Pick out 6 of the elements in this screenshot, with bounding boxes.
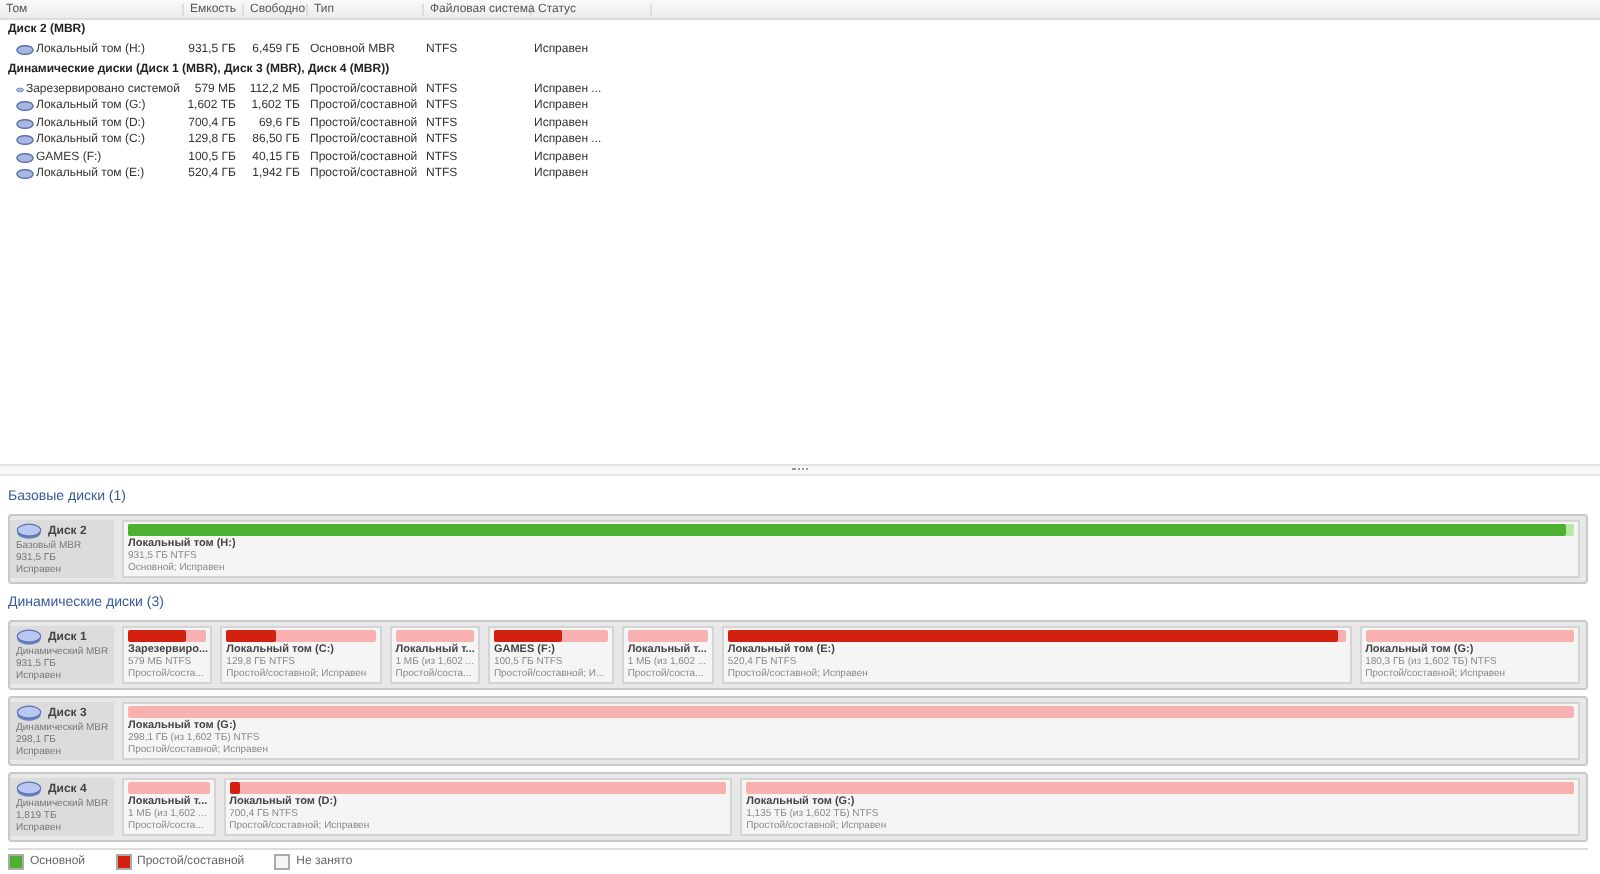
disk-icon (16, 628, 42, 646)
splitter-handle[interactable] (792, 468, 808, 473)
disk-icon (16, 780, 42, 798)
disk-icon (16, 522, 42, 540)
volume-icon (16, 44, 34, 57)
disk-icon (16, 704, 42, 722)
